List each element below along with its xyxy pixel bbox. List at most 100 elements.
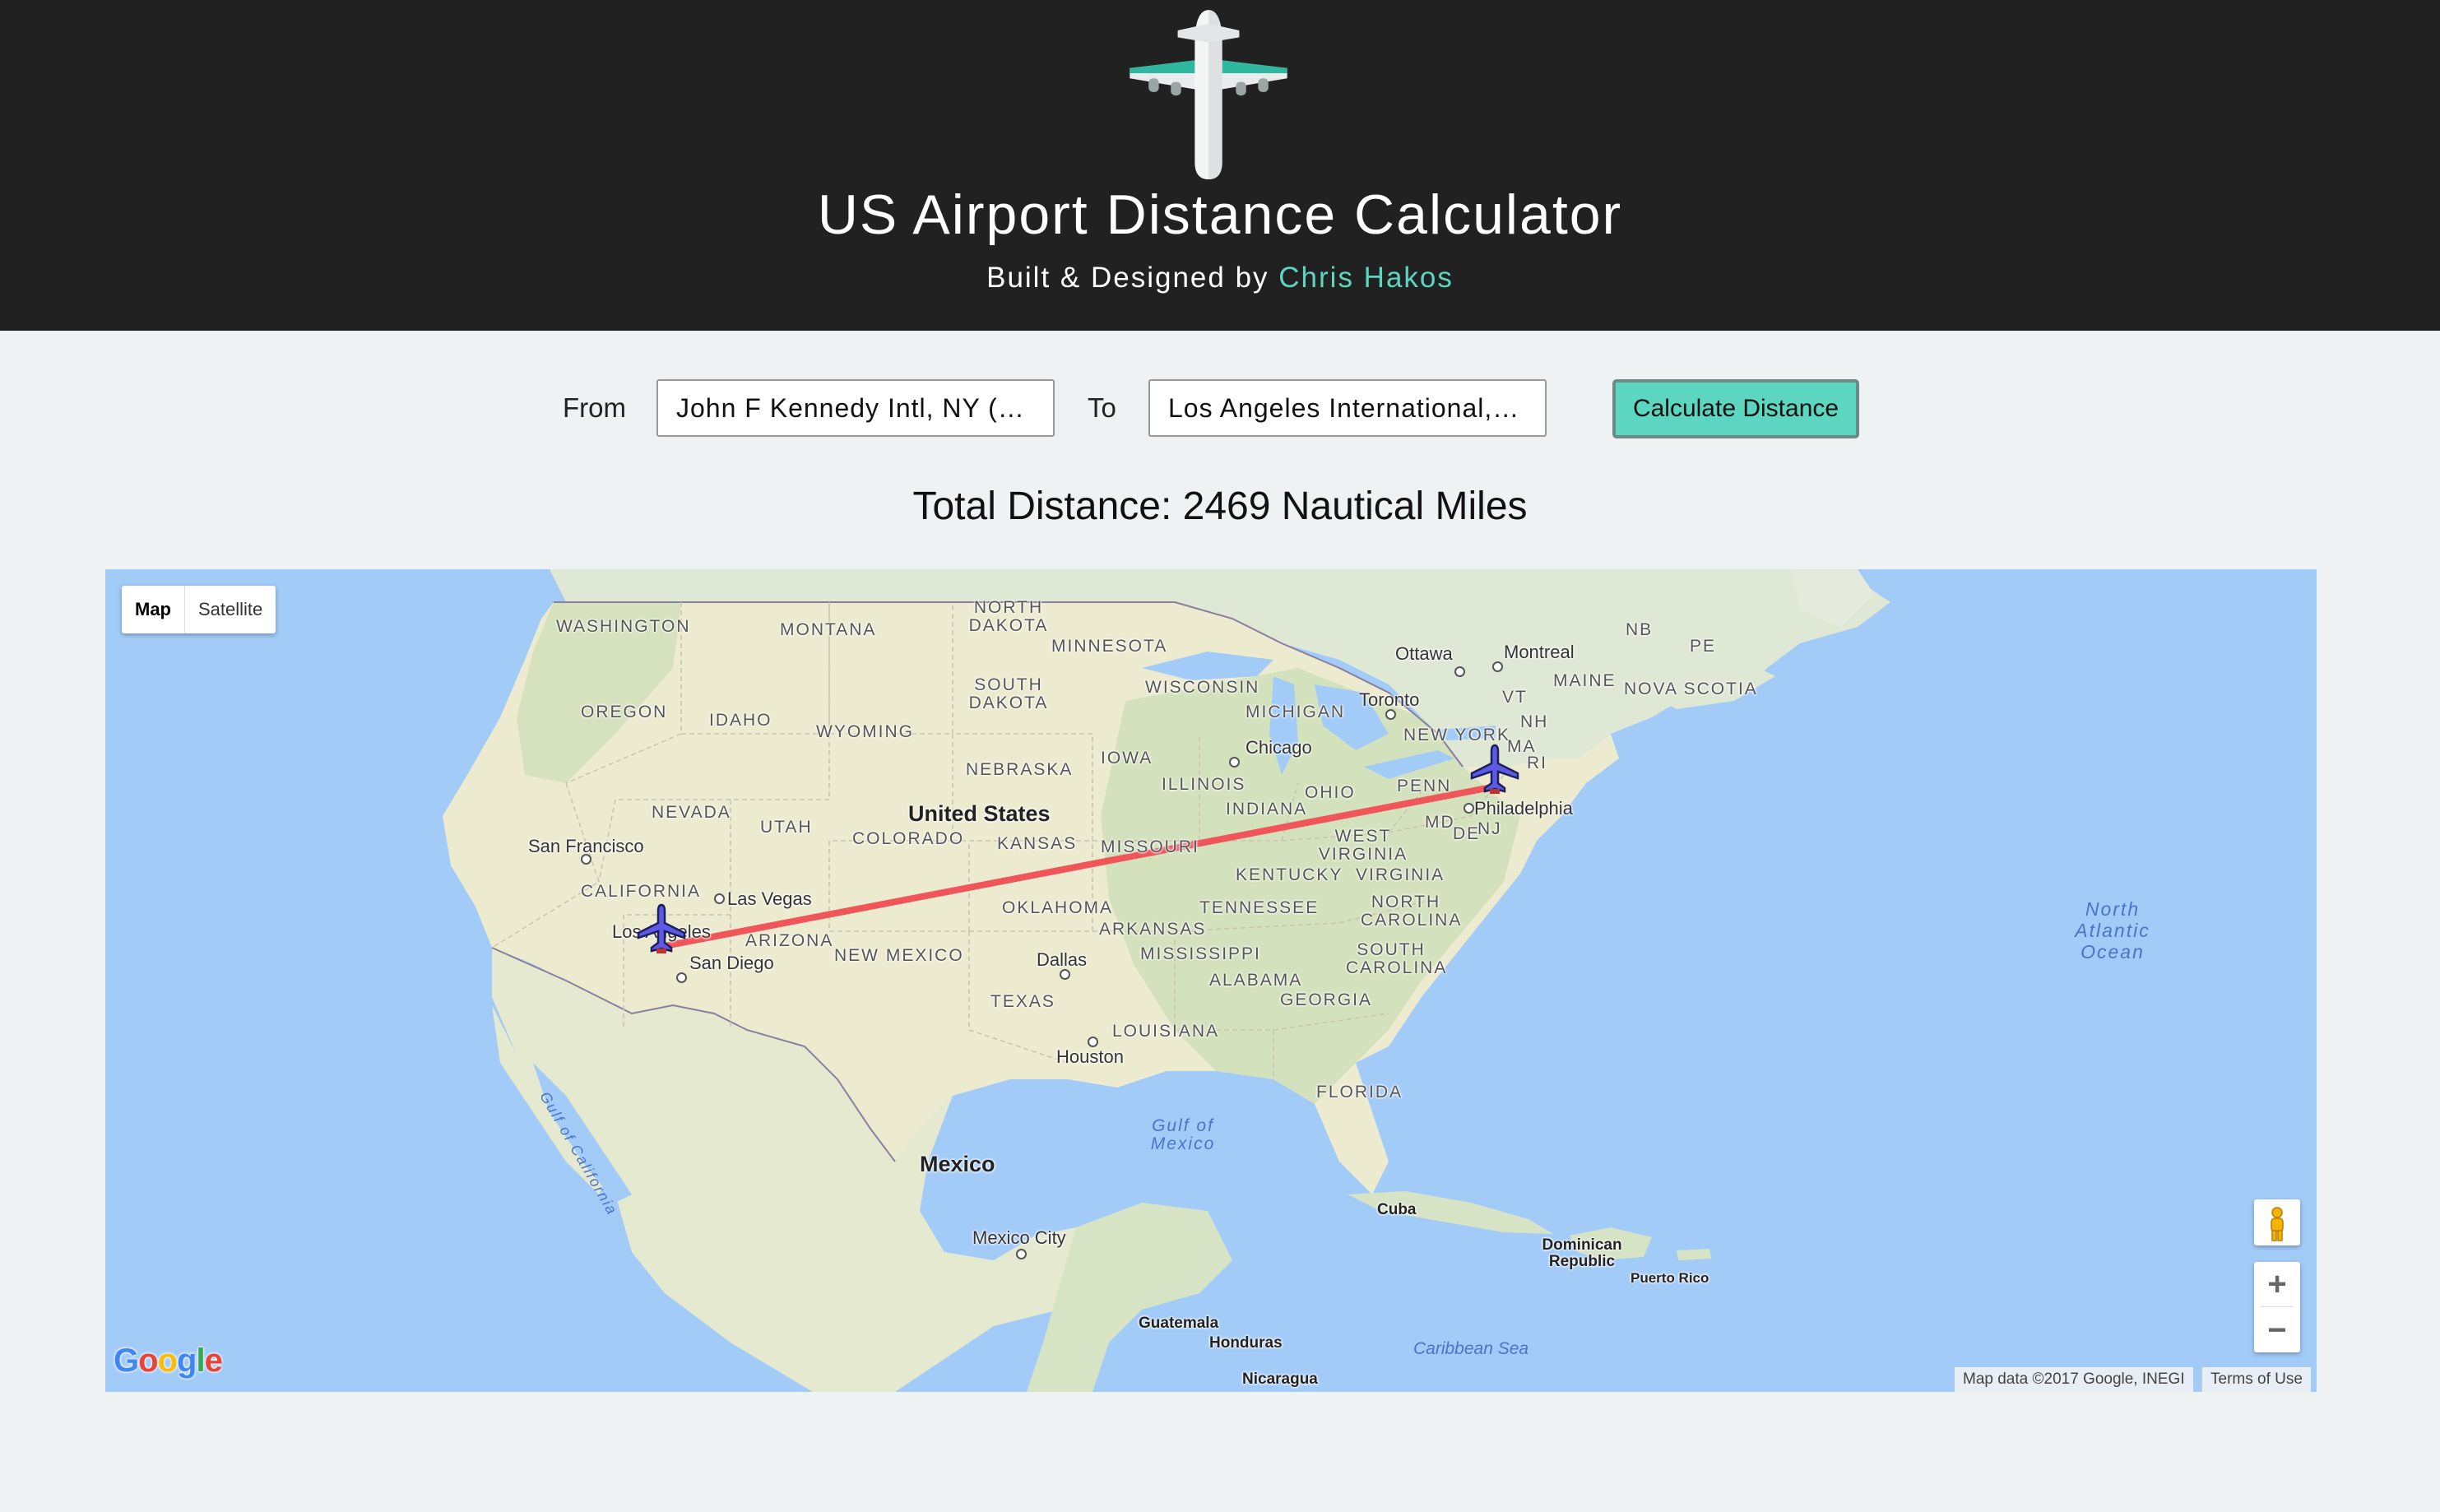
zoom-out-button[interactable]: − [2254,1308,2300,1352]
map-label-state: VIRGINIA [1356,865,1445,884]
map-label-state: ARKANSAS [1099,920,1207,939]
map-label-state: NOVA SCOTIA [1624,679,1758,698]
calculate-distance-button[interactable]: Calculate Distance [1612,379,1859,438]
map-label-state: NEBRASKA [966,760,1074,779]
map-type-map-button[interactable]: Map [122,586,185,633]
map-label-state: TENNESSEE [1199,898,1320,917]
map-label-state: VT [1502,688,1528,707]
map-label-city: Houston [1056,1046,1124,1067]
map-label-state: RI [1527,754,1547,772]
map-label-state: ILLINOIS [1162,775,1246,794]
byline: Built & Designed by Chris Hakos [0,262,2440,295]
map-label-state: GEORGIA [1280,990,1373,1009]
map-label-state: KENTUCKY [1236,865,1343,884]
map-label-state: IOWA [1101,749,1153,768]
map-label-water: Gulf of Mexico [1150,1116,1216,1153]
map-label-state: WASHINGTON [556,617,691,636]
map-label-state: WYOMING [816,722,914,741]
city-dot [676,972,687,983]
city-dot [1385,709,1396,720]
map-label-country: Dominican Republic [1542,1236,1622,1270]
map-label-state: NB [1626,620,1654,639]
pegman-icon [2271,1207,2284,1241]
map-label-city: Dallas [1037,949,1088,970]
map-label-country: Cuba [1377,1201,1417,1218]
zoom-in-button[interactable]: + [2254,1262,2300,1306]
map-attribution: Map data ©2017 Google, INEGI [1955,1367,2193,1392]
map-label-state: UTAH [760,818,813,837]
map-label-state: MINNESOTA [1051,637,1168,656]
map-label-state: OHIO [1305,783,1356,802]
map-label-state: CALIFORNIA [581,882,702,901]
map-label-state: PENN [1397,777,1452,795]
map-label-water: Caribbean Sea [1413,1339,1529,1358]
city-dot [1492,661,1503,672]
route-map[interactable]: Map Satellite WASHINGTON MONTANA NORTH D… [105,569,2317,1392]
airport-form: From John F Kennedy Intl, NY (JFK) To Lo… [0,379,2440,438]
map-label-state: MAINE [1553,671,1617,690]
map-label-city: Montreal [1504,642,1575,662]
map-label-state: ALABAMA [1209,971,1303,990]
map-label-state: INDIANA [1226,800,1308,819]
map-label-state: NEW MEXICO [834,946,964,965]
map-label-city: San Diego [689,953,774,973]
zoom-divider [2261,1306,2294,1307]
map-label-state: OKLAHOMA [1002,898,1114,917]
map-label-water: North Atlantic Ocean [2075,898,2150,962]
city-dot [1454,666,1465,677]
puerto-rico-island [1677,1249,1711,1260]
map-label-state: TEXAS [990,992,1055,1011]
map-label-state: MISSOURI [1101,837,1199,856]
byline-prefix: Built & Designed by [986,262,1269,294]
street-view-pegman-button[interactable] [2254,1199,2300,1245]
zoom-control: + − [2254,1262,2300,1352]
map-label-state: DE [1453,824,1481,843]
city-dot [581,854,591,865]
airplane-icon [1130,10,1287,179]
map-label-state: NJ [1477,819,1502,838]
google-logo: Google [114,1343,223,1379]
map-label-state: OREGON [581,703,668,721]
map-label-state: COLORADO [852,829,965,848]
total-distance: Total Distance: 2469 Nautical Miles [912,485,1528,528]
map-label-state: NH [1520,712,1549,731]
city-dot [1229,757,1240,768]
map-label-state: NORTH DAKOTA [968,598,1049,635]
map-label-state: KANSAS [997,834,1078,853]
map-label-state: NEVADA [652,803,731,822]
map-type-satellite-button[interactable]: Satellite [185,586,276,633]
from-label: From [563,392,626,423]
city-dot [714,893,725,904]
map-label-country: Mexico [920,1152,995,1176]
map-label-city: Toronto [1359,689,1420,710]
to-airport-input[interactable]: Los Angeles International, CA (LAX) [1148,379,1547,437]
map-type-control: Map Satellite [122,586,276,633]
map-label-state: MICHIGAN [1246,703,1345,721]
airplane-marker-jfk[interactable] [1468,742,1521,795]
map-label-city: Las Vegas [727,888,812,909]
map-label-state: SOUTH CAROLINA [1346,940,1448,977]
map-label-city: Mexico City [972,1227,1066,1248]
app-header: US Airport Distance Calculator Built & D… [0,0,2440,331]
city-dot [1464,803,1474,814]
map-label-state: MONTANA [780,620,877,639]
city-dot [1060,969,1070,980]
author-link[interactable]: Chris Hakos [1278,262,1454,294]
airplane-marker-lax[interactable] [635,902,688,954]
from-airport-input[interactable]: John F Kennedy Intl, NY (JFK) [656,379,1055,437]
map-label-country: Guatemala [1139,1315,1219,1332]
page-title: US Airport Distance Calculator [817,183,1623,246]
map-label-state: LOUISIANA [1112,1022,1220,1041]
map-label-state: MD [1425,813,1455,832]
city-dot [1088,1037,1098,1047]
map-label-state: WISCONSIN [1145,678,1260,697]
map-label-country: Honduras [1209,1334,1283,1352]
map-label-state: SOUTH DAKOTA [968,675,1049,712]
map-label-city: Ottawa [1395,643,1453,664]
map-label-city: Chicago [1246,737,1312,758]
map-label-state: IDAHO [709,711,772,730]
map-label-territory: Puerto Rico [1631,1270,1709,1286]
city-dot [1016,1249,1027,1259]
terms-of-use-link[interactable]: Terms of Use [2201,1367,2311,1392]
to-label: To [1088,392,1116,423]
